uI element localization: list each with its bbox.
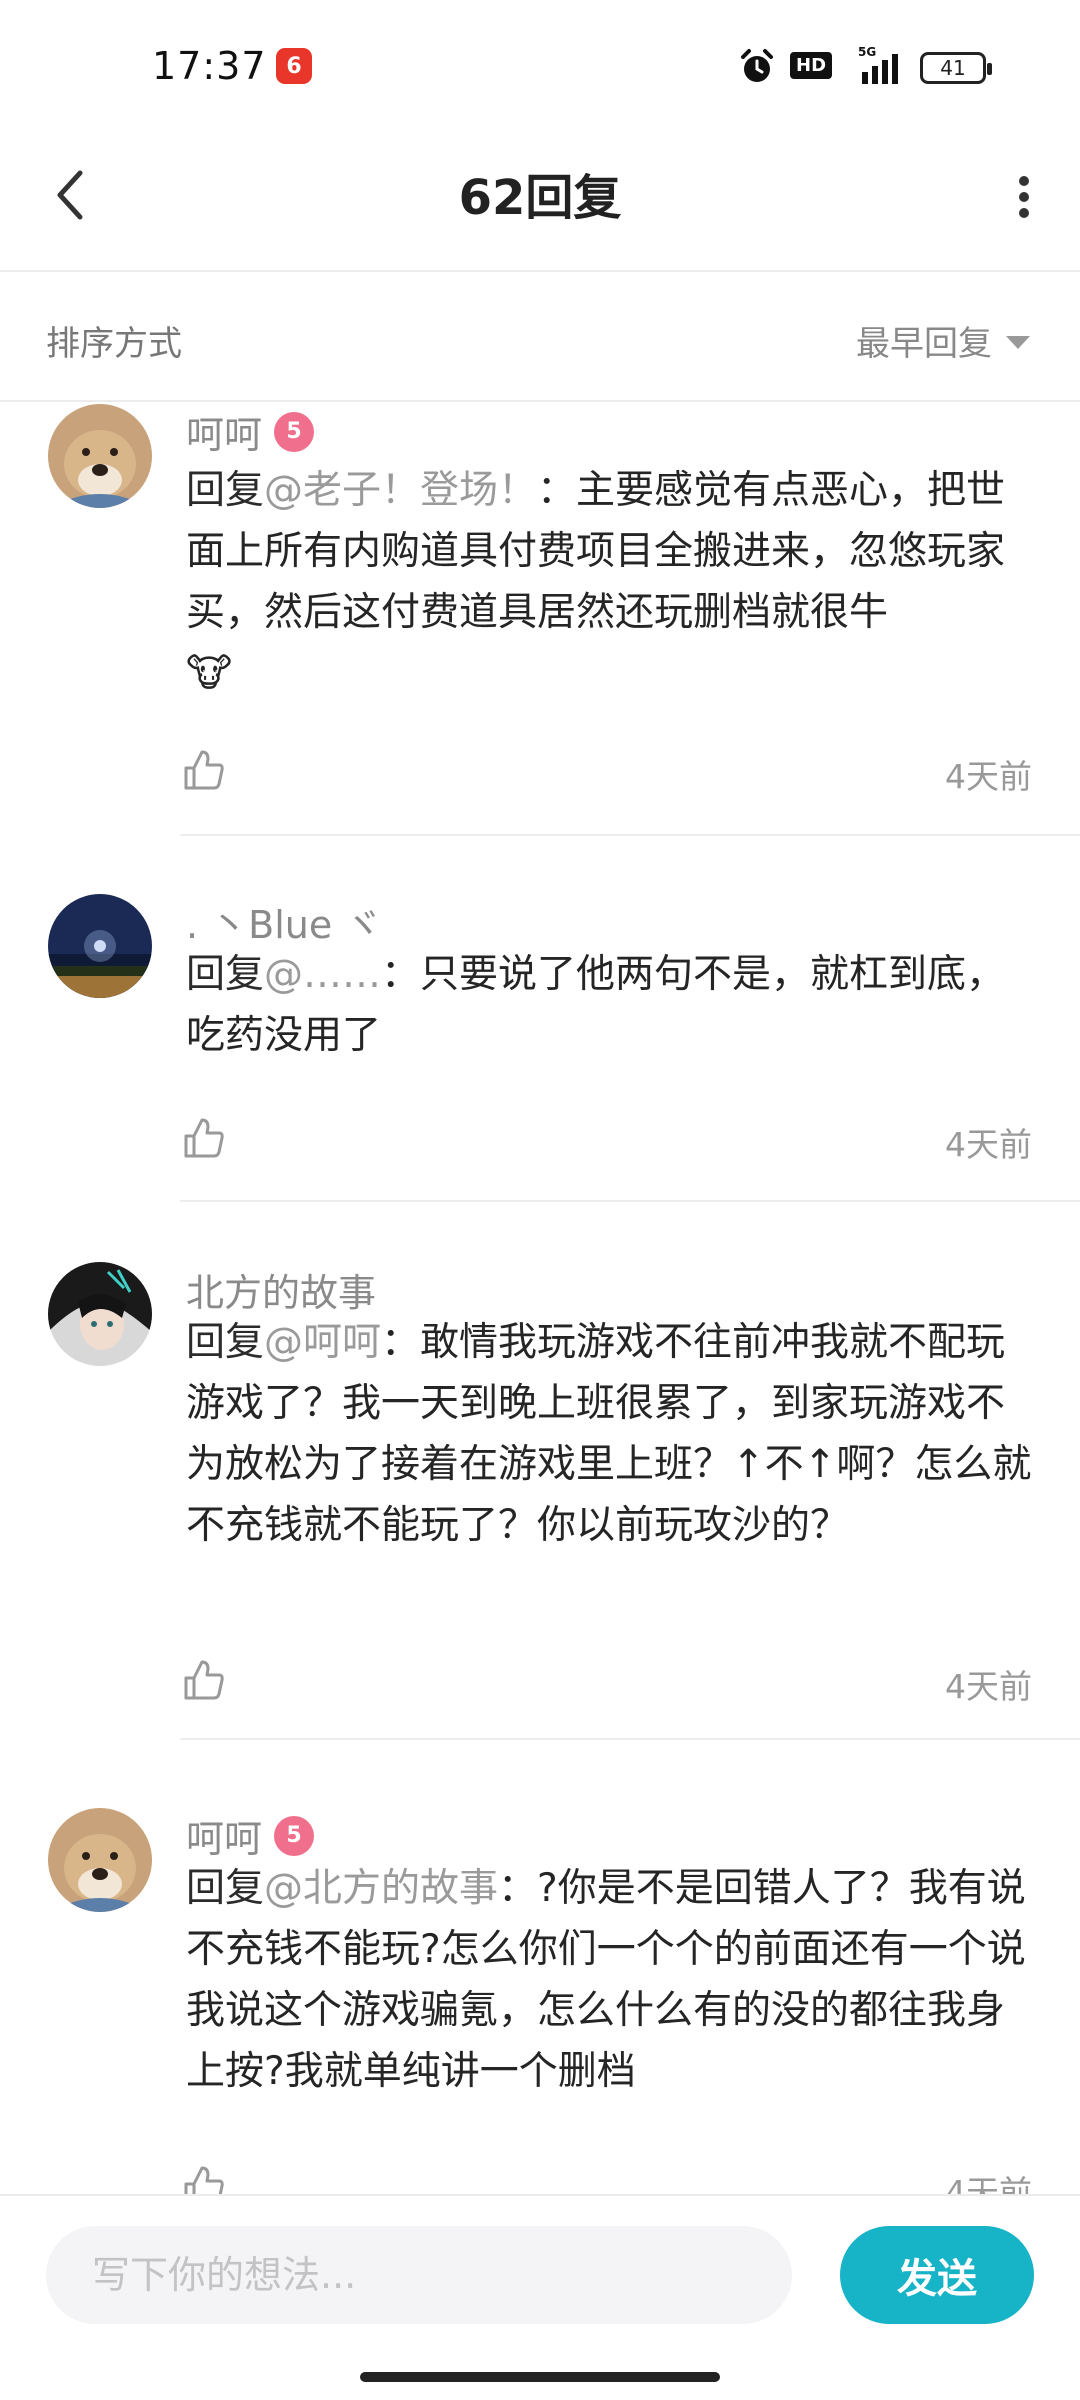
night-sky-avatar-image (48, 894, 152, 998)
list-item: . 丶Blue ヾ 回复@……：只要说了他两句不是，就杠到底，吃药没用了 4天前 (0, 894, 1080, 1202)
reply-prefix: 回复 (186, 468, 265, 513)
username[interactable]: 呵呵 (186, 1808, 262, 1863)
anime-avatar-image (48, 1262, 152, 1366)
dog-avatar-image (48, 1808, 152, 1912)
username[interactable]: . 丶Blue ヾ (186, 894, 382, 949)
send-button[interactable]: 发送 (840, 2226, 1034, 2324)
user-row: 呵呵 5 (186, 1808, 315, 1863)
mention-link[interactable]: @…… (264, 952, 381, 997)
reply-input[interactable] (46, 2226, 792, 2324)
dog-avatar-image (48, 404, 152, 508)
reply-time: 4天前 (945, 1125, 1032, 1164)
reply-time: 4天前 (945, 757, 1032, 796)
screen: 17:37 6 HD 5G 41 62回复 排序方式 最早回复 呵呵 5 回复@… (0, 0, 1080, 2400)
reply-text: 回复@呵呵：敢情我玩游戏不往前冲我就不配玩游戏了？我一天到晚上班很累了，到家玩游… (186, 1312, 1032, 1556)
alarm-icon (741, 49, 773, 82)
avatar[interactable] (48, 404, 152, 508)
mention-link[interactable]: @老子！登场！ (264, 468, 537, 513)
reply-prefix: 回复 (186, 1866, 265, 1911)
hd-voice-icon: HD (790, 52, 833, 79)
username[interactable]: 北方的故事 (186, 1262, 376, 1317)
list-item: 呵呵 5 回复@北方的故事：?你是不是回错人了？我有说不充钱不能玩?怎么你们一个… (0, 1808, 1080, 2194)
avatar[interactable] (48, 1808, 152, 1912)
user-row: 北方的故事 (186, 1262, 376, 1317)
more-options-button[interactable] (994, 162, 1054, 232)
more-vertical-icon (1019, 176, 1029, 218)
list-item: 呵呵 5 回复@老子！登场！：主要感觉有点恶心，把世面上所有内购道具付费项目全搬… (0, 404, 1080, 836)
sort-label: 排序方式 (46, 324, 182, 364)
level-badge-icon: 5 (274, 1815, 315, 1856)
signal-icon: 5G (858, 45, 898, 84)
list-item: 北方的故事 回复@呵呵：敢情我玩游戏不往前冲我就不配玩游戏了？我一天到晚上班很累… (0, 1262, 1080, 1740)
username[interactable]: 呵呵 (186, 404, 262, 459)
reply-text: 回复@……：只要说了他两句不是，就杠到底，吃药没用了 (186, 944, 1032, 1066)
reply-text: 回复@老子！登场！：主要感觉有点恶心，把世面上所有内购道具付费项目全搬进来，忽悠… (186, 460, 1032, 704)
sort-dropdown[interactable]: 最早回复 (856, 316, 1030, 365)
level-badge-icon: 5 (274, 411, 315, 452)
reply-text: 回复@北方的故事：?你是不是回错人了？我有说不充钱不能玩?怎么你们一个个的前面还… (186, 1858, 1032, 2102)
sort-selected-value: 最早回复 (856, 324, 992, 364)
thumbs-up-icon[interactable] (180, 2162, 228, 2194)
svg-text:5G: 5G (858, 45, 876, 59)
divider (180, 834, 1080, 836)
reply-list[interactable]: 呵呵 5 回复@老子！登场！：主要感觉有点恶心，把世面上所有内购道具付费项目全搬… (0, 404, 1080, 2194)
page-title: 62回复 (458, 170, 622, 226)
netease-music-icon: 6 (276, 48, 312, 84)
reply-time: 4天前 (945, 1667, 1032, 1706)
mention-link[interactable]: @北方的故事 (264, 1866, 498, 1911)
thumbs-up-icon[interactable] (180, 746, 228, 794)
home-indicator[interactable] (360, 2372, 720, 2382)
battery-icon: 41 (920, 52, 992, 84)
status-bar: 17:37 6 HD 5G 41 (0, 0, 1080, 130)
reply-composer: 发送 (0, 2194, 1080, 2344)
user-row: . 丶Blue ヾ (186, 894, 382, 949)
thumbs-up-icon[interactable] (180, 1114, 228, 1162)
thumbs-up-icon[interactable] (180, 1656, 228, 1704)
sort-bar: 排序方式 最早回复 (0, 272, 1080, 402)
avatar[interactable] (48, 894, 152, 998)
divider (180, 1200, 1080, 1202)
divider (180, 1738, 1080, 1740)
reply-prefix: 回复 (186, 1320, 265, 1365)
top-app-bar: 62回复 (0, 130, 1080, 272)
mention-link[interactable]: @呵呵 (264, 1320, 381, 1365)
user-row: 呵呵 5 (186, 404, 315, 459)
caret-down-icon (1006, 336, 1030, 349)
status-time: 17:37 (152, 44, 267, 88)
reply-prefix: 回复 (186, 952, 265, 997)
reply-time: 4天前 (945, 2173, 1032, 2194)
cow-emoji-icon: 🐮 (186, 651, 233, 696)
avatar[interactable] (48, 1262, 152, 1366)
